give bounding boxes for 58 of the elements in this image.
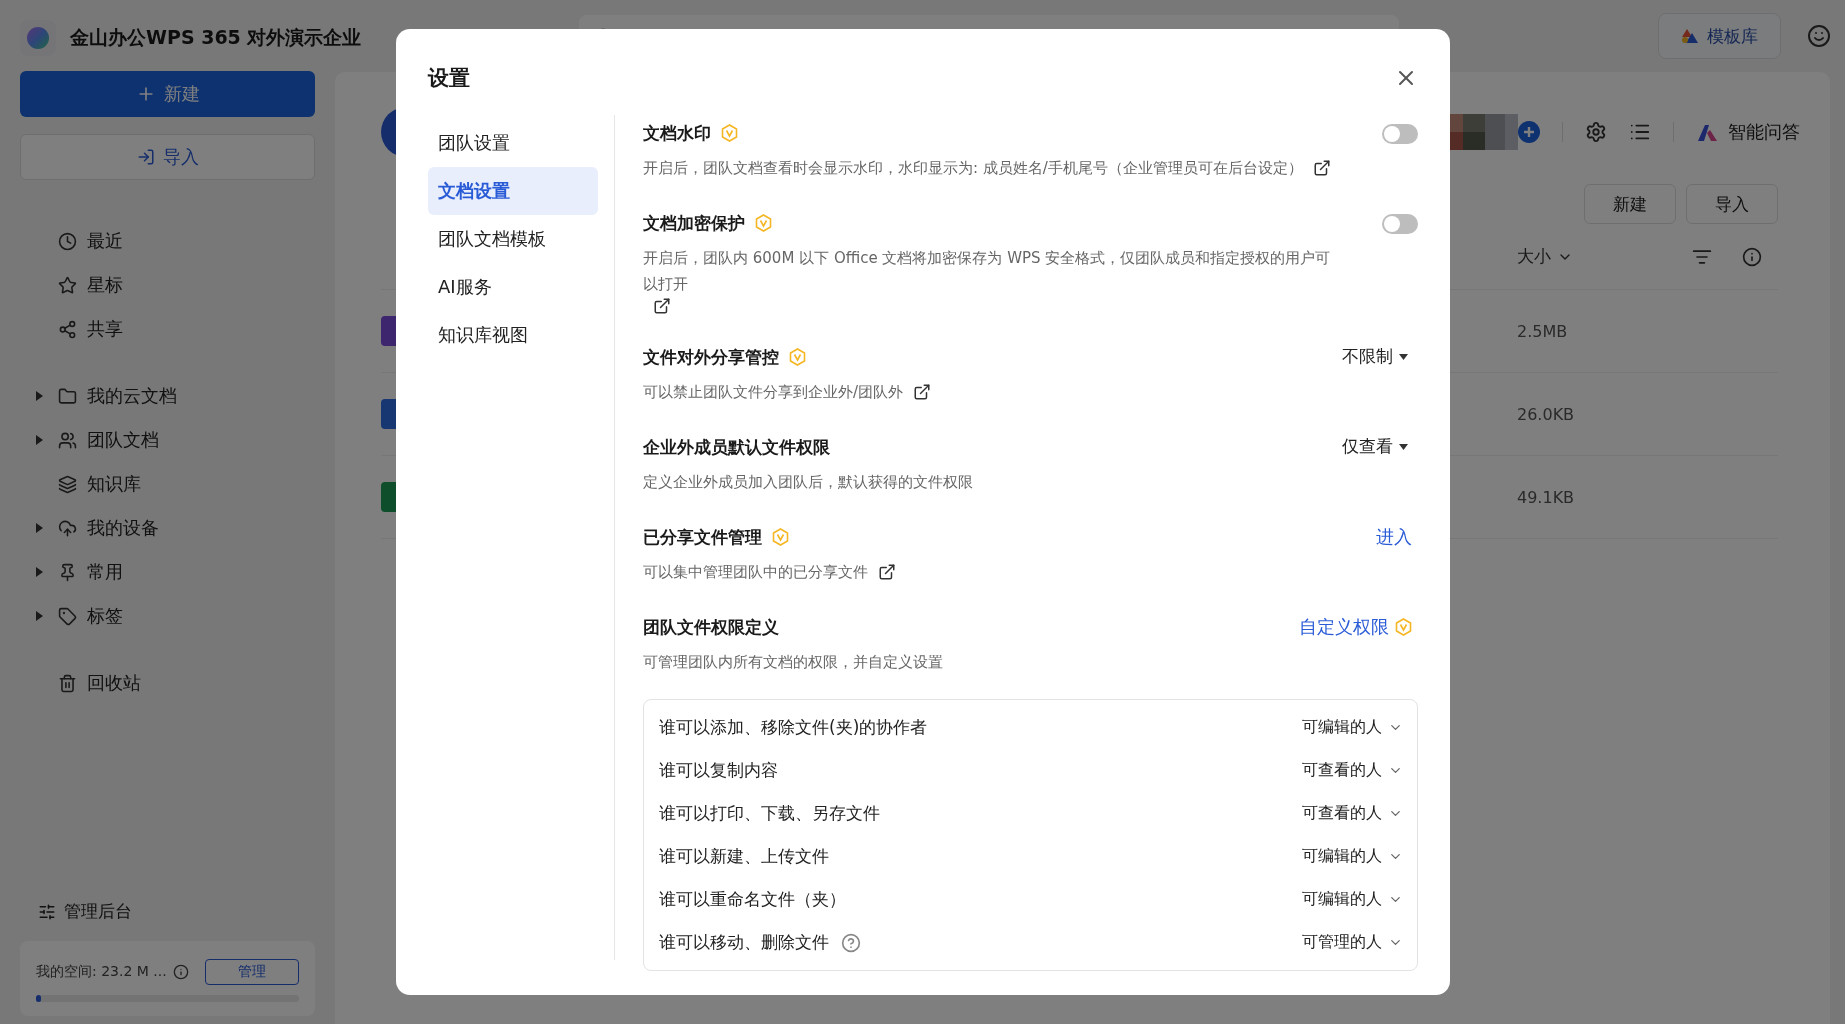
template-library-button[interactable]: 模板库 <box>1658 13 1781 59</box>
setting-title: 企业外成员默认文件权限 <box>643 435 830 459</box>
nav-item[interactable]: 共享 <box>20 307 315 351</box>
permission-dropdown[interactable]: 可编辑的人 <box>1302 846 1403 867</box>
setting-title: 文件对外分享管控 <box>643 345 779 369</box>
nav-item[interactable]: 我的设备 <box>20 506 315 550</box>
size-cell-text: 2.5MB <box>1517 321 1569 341</box>
nav-item[interactable]: 团队文档 <box>20 418 315 462</box>
dropdown[interactable]: 不限制 <box>1342 345 1408 368</box>
permission-label: 谁可以复制内容 <box>659 759 778 782</box>
permission-label: 谁可以移动、删除文件 <box>659 931 829 954</box>
nav-item[interactable]: 星标 <box>20 263 315 307</box>
manage-button[interactable]: 管理 <box>205 959 299 985</box>
permission-dropdown[interactable]: 可编辑的人 <box>1302 889 1403 910</box>
setting-description: 可以集中管理团队中的已分享文件 <box>643 562 868 583</box>
setting-title: 文档水印 <box>643 121 711 145</box>
nav-item[interactable]: 我的云文档 <box>20 374 315 418</box>
permission-label: 谁可以新建、上传文件 <box>659 845 829 868</box>
setting-description: 可管理团队内所有文档的权限，并自定义设置 <box>643 652 943 673</box>
admin-link[interactable]: 管理后台 <box>20 900 315 923</box>
permission-label: 谁可以重命名文件（夹） <box>659 888 846 911</box>
settings-tab[interactable]: 团队文档模板 <box>428 215 598 263</box>
setting-description: 开启后，团队内 600M 以下 Office 文档将加密保存为 WPS 安全格式，仅团队成员和指定授权的用户可以打开 <box>643 248 1332 295</box>
import-button[interactable]: 导入 <box>20 134 315 180</box>
settings-tab[interactable]: 知识库视图 <box>428 311 598 359</box>
setting-title: 文档加密保护 <box>643 211 745 235</box>
settings-tab[interactable]: AI服务 <box>428 263 598 311</box>
permission-dropdown[interactable]: 可编辑的人 <box>1302 717 1403 738</box>
nav-item[interactable]: 回收站 <box>20 661 315 705</box>
size-cell-text: 49.1KB <box>1517 487 1576 507</box>
new-button[interactable]: 新建 <box>20 71 315 117</box>
size-cell-text: 26.0KB <box>1517 404 1576 424</box>
nav-item[interactable]: 知识库 <box>20 462 315 506</box>
nav-item[interactable]: 标签 <box>20 594 315 638</box>
setting-description: 开启后，团队文档查看时会显示水印，水印显示为: 成员姓名/手机尾号（企业管理员可在后台设定） <box>643 158 1303 179</box>
setting-description: 定义企业外成员加入团队后，默认获得的文件权限 <box>643 472 973 493</box>
toolbar-button[interactable]: 新建 <box>1584 184 1676 224</box>
custom-permissions-link[interactable]: 自定义权限 <box>1299 615 1412 639</box>
permission-dropdown[interactable]: 可查看的人 <box>1302 803 1403 824</box>
permission-dropdown[interactable]: 可管理的人 <box>1302 932 1403 953</box>
setting-title: 团队文件权限定义 <box>643 615 779 639</box>
permission-dropdown[interactable]: 可查看的人 <box>1302 760 1403 781</box>
setting-title: 已分享文件管理 <box>643 525 762 549</box>
toolbar-button[interactable]: 导入 <box>1686 184 1778 224</box>
dialog-title: 设置 <box>428 65 470 92</box>
enter-link[interactable]: 进入 <box>1376 525 1412 549</box>
permission-label: 谁可以添加、移除文件(夹)的协作者 <box>659 716 928 739</box>
permission-label: 谁可以打印、下载、另存文件 <box>659 802 880 825</box>
size-column-header[interactable]: 大小 <box>1517 245 1692 268</box>
storage-label: 我的空间: 23.2 M ... <box>36 963 167 981</box>
settings-tab[interactable]: 团队设置 <box>428 119 598 167</box>
setting-description: 可以禁止团队文件分享到企业外/团队外 <box>643 382 904 403</box>
nav-item[interactable]: 常用 <box>20 550 315 594</box>
settings-tab[interactable]: 文档设置 <box>428 167 598 215</box>
ai-assistant-button[interactable]: 智能问答 <box>1696 120 1800 144</box>
dropdown[interactable]: 仅查看 <box>1342 435 1408 458</box>
nav-item[interactable]: 最近 <box>20 219 315 263</box>
app-title: 金山办公WPS 365 对外演示企业 <box>70 25 362 50</box>
